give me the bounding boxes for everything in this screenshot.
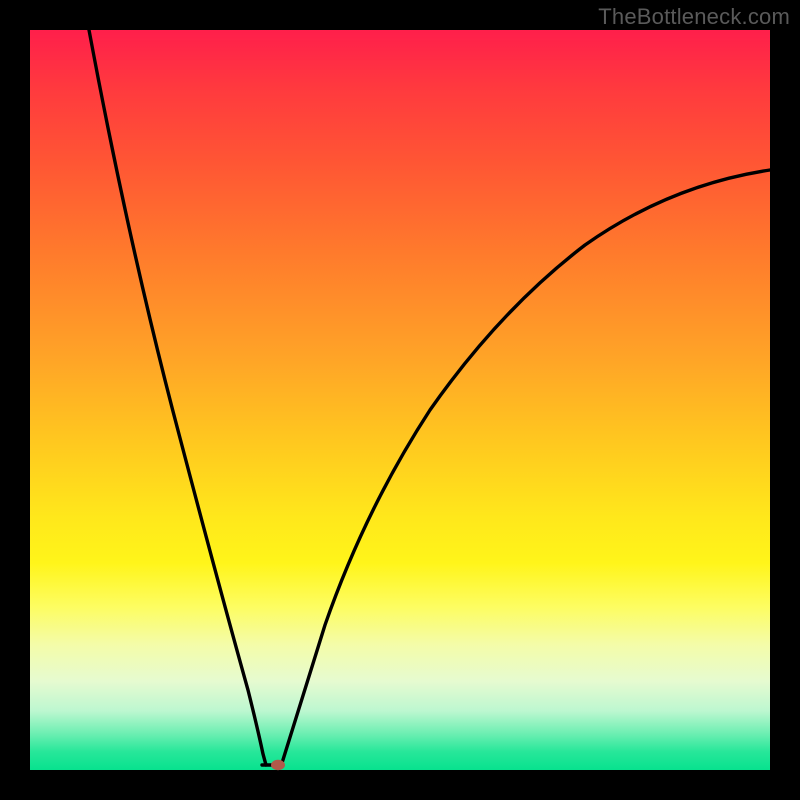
bottleneck-curve <box>30 30 770 770</box>
chart-frame: TheBottleneck.com <box>0 0 800 800</box>
curve-right-branch <box>282 170 770 763</box>
watermark-text: TheBottleneck.com <box>598 4 790 30</box>
plot-area <box>30 30 770 770</box>
curve-left-branch <box>89 30 266 765</box>
optimal-point-marker <box>271 760 285 770</box>
